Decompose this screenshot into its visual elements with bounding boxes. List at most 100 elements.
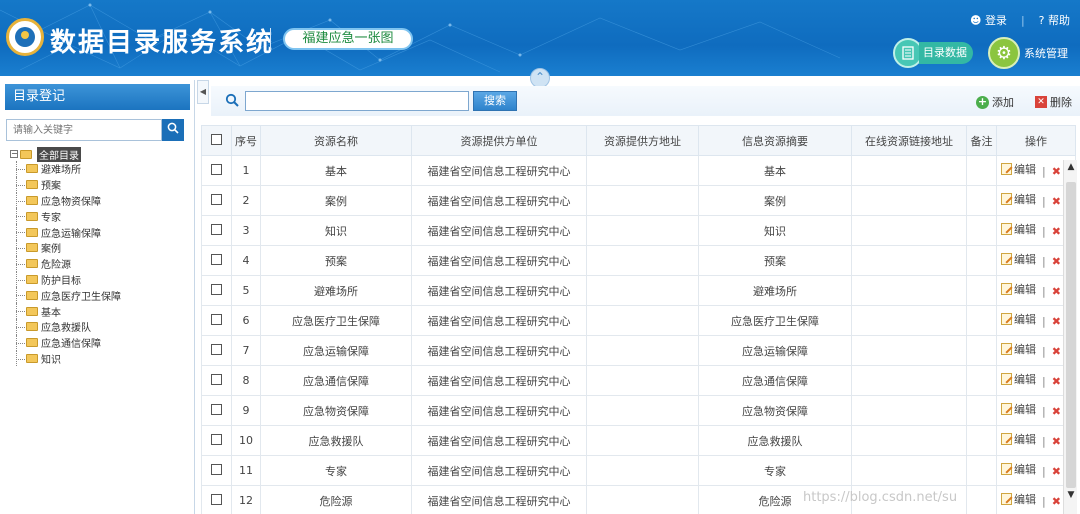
tree-item-label: 应急救援队 (41, 323, 91, 335)
folder-icon (26, 195, 38, 205)
edit-icon (1001, 163, 1012, 176)
sidebar: 目录登记 − 全部目录 避难场所预案应急物资保障专家应急运输保障案例危险源防护目… (0, 80, 195, 514)
collapse-toggle-icon[interactable]: − (10, 150, 18, 158)
row-checkbox[interactable] (211, 373, 222, 385)
table-row[interactable]: 3知识福建省空间信息工程研究中心知识编辑|✖删除 (201, 215, 1076, 246)
row-checkbox[interactable] (211, 463, 222, 475)
cell-resource-name: 知识 (260, 215, 412, 246)
cell-no: 12 (231, 485, 261, 514)
sidebar-collapse-button[interactable]: ◀ (197, 80, 209, 104)
row-checkbox[interactable] (211, 283, 222, 295)
table-row[interactable]: 9应急物资保障福建省空间信息工程研究中心应急物资保障编辑|✖删除 (201, 395, 1076, 426)
row-checkbox[interactable] (211, 433, 222, 445)
tree-item[interactable]: 知识 (10, 350, 121, 367)
edit-button[interactable]: 编辑 (1001, 491, 1036, 507)
cell-online-link (851, 245, 967, 276)
keyword-search-input[interactable] (245, 91, 469, 111)
cell-summary: 应急医疗卫生保障 (698, 305, 852, 336)
nav-catalog-data[interactable]: 目录数据 (893, 38, 973, 68)
row-checkbox[interactable] (211, 223, 222, 235)
cell-no: 6 (231, 305, 261, 336)
row-checkbox[interactable] (211, 403, 222, 415)
tree-item-label: 知识 (41, 354, 61, 366)
tree-item[interactable]: 专家 (10, 208, 121, 224)
tree-item-label: 危险源 (41, 260, 71, 272)
row-select-cell (201, 455, 232, 486)
edit-button[interactable]: 编辑 (1001, 401, 1036, 417)
scroll-down-icon[interactable]: ▼ (1064, 488, 1078, 502)
edit-button[interactable]: 编辑 (1001, 311, 1036, 327)
cell-provider-address (586, 155, 699, 186)
edit-button[interactable]: 编辑 (1001, 371, 1036, 387)
edit-button[interactable]: 编辑 (1001, 461, 1036, 477)
row-select-cell (201, 245, 232, 276)
edit-icon (1001, 403, 1012, 416)
project-badge[interactable]: 福建应急一张图 (283, 28, 413, 50)
tree-item[interactable]: 防护目标 (10, 271, 121, 288)
edit-button[interactable]: 编辑 (1001, 191, 1036, 207)
cell-provider-org: 福建省空间信息工程研究中心 (411, 185, 587, 216)
tree-item[interactable]: 应急医疗卫生保障 (10, 287, 121, 303)
tree-item-label: 案例 (41, 244, 61, 256)
select-all-checkbox[interactable] (211, 133, 222, 145)
tree-item[interactable]: 应急运输保障 (10, 224, 121, 240)
tree-item[interactable]: 避难场所 (10, 161, 121, 177)
edit-button[interactable]: 编辑 (1001, 431, 1036, 447)
sidebar-search-input[interactable] (6, 119, 162, 141)
tree-item-label: 应急运输保障 (41, 228, 101, 240)
cell-provider-org: 福建省空间信息工程研究中心 (411, 275, 587, 306)
table-row[interactable]: 1基本福建省空间信息工程研究中心基本编辑|✖删除 (201, 155, 1076, 186)
tree-item[interactable]: 应急救援队 (10, 318, 121, 335)
edit-button[interactable]: 编辑 (1001, 221, 1036, 237)
tree-item[interactable]: 基本 (10, 303, 121, 319)
scroll-up-icon[interactable]: ▲ (1064, 160, 1078, 174)
tree-item[interactable]: 案例 (10, 239, 121, 256)
cell-remark (966, 215, 997, 246)
scroll-thumb[interactable] (1066, 182, 1076, 488)
tree-root[interactable]: − 全部目录 (10, 146, 121, 162)
edit-icon (1001, 223, 1012, 236)
tree-item-label: 应急通信保障 (41, 339, 101, 351)
edit-button[interactable]: 编辑 (1001, 251, 1036, 267)
tree-item[interactable]: 危险源 (10, 255, 121, 272)
table-row[interactable]: 4预案福建省空间信息工程研究中心预案编辑|✖删除 (201, 245, 1076, 276)
nav-system-admin[interactable]: ⚙ 系统管理 (988, 37, 1068, 69)
folder-icon (26, 274, 38, 284)
row-checkbox[interactable] (211, 163, 222, 175)
table-scrollbar[interactable]: ▲ ▼ (1063, 160, 1077, 514)
table-row[interactable]: 6应急医疗卫生保障福建省空间信息工程研究中心应急医疗卫生保障编辑|✖删除 (201, 305, 1076, 336)
row-checkbox[interactable] (211, 493, 222, 505)
add-button[interactable]: + 添加 (976, 94, 1014, 110)
row-checkbox[interactable] (211, 313, 222, 325)
login-link[interactable]: ☻ 登录 (970, 12, 1007, 28)
table-row[interactable]: 5避难场所福建省空间信息工程研究中心避难场所编辑|✖删除 (201, 275, 1076, 306)
tree-items: 避难场所 预案 应急物资保障 专家应急运输保障 案例危险源 防护目标 应急医疗卫生保障 基本应… (10, 161, 121, 367)
table-row[interactable]: 11专家福建省空间信息工程研究中心专家编辑|✖删除 (201, 455, 1076, 486)
cell-resource-name: 应急通信保障 (260, 365, 412, 396)
row-checkbox[interactable] (211, 193, 222, 205)
edit-button[interactable]: 编辑 (1001, 341, 1036, 357)
collapse-header-button[interactable]: ⌃ (530, 68, 550, 88)
row-select-cell (201, 425, 232, 456)
edit-button[interactable]: 编辑 (1001, 161, 1036, 177)
table-row[interactable]: 7应急运输保障福建省空间信息工程研究中心应急运输保障编辑|✖删除 (201, 335, 1076, 366)
table-row[interactable]: 8应急通信保障福建省空间信息工程研究中心应急通信保障编辑|✖删除 (201, 365, 1076, 396)
sidebar-search-button[interactable] (162, 119, 184, 141)
tree-item[interactable]: 预案 (10, 176, 121, 193)
help-link[interactable]: ? 帮助 (1039, 12, 1070, 28)
row-checkbox[interactable] (211, 343, 222, 355)
cell-remark (966, 335, 997, 366)
cell-online-link (851, 425, 967, 456)
search-button[interactable]: 搜索 (473, 91, 517, 111)
tree-item[interactable]: 应急通信保障 (10, 334, 121, 351)
row-checkbox[interactable] (211, 253, 222, 265)
cell-remark (966, 245, 997, 276)
delete-button[interactable]: ✕ 删除 (1035, 94, 1072, 110)
folder-icon (26, 259, 38, 269)
tree-item[interactable]: 应急物资保障 (10, 192, 121, 209)
cell-online-link (851, 455, 967, 486)
table-row[interactable]: 10应急救援队福建省空间信息工程研究中心应急救援队编辑|✖删除 (201, 425, 1076, 456)
table-row[interactable]: 2案例福建省空间信息工程研究中心案例编辑|✖删除 (201, 185, 1076, 216)
edit-button[interactable]: 编辑 (1001, 281, 1036, 297)
cell-remark (966, 395, 997, 426)
